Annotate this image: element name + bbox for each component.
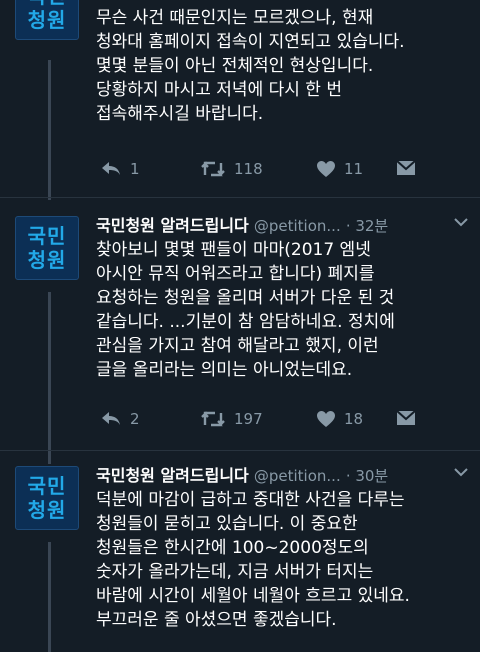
author-name[interactable]: 국민청원 알려드립니다: [96, 216, 249, 235]
avatar-text-line1: 국민: [27, 474, 67, 498]
avatar[interactable]: 국민 청원: [15, 0, 79, 40]
retweet-button[interactable]: 197: [200, 410, 263, 428]
retweet-icon: [200, 410, 226, 428]
like-button[interactable]: 11: [316, 160, 363, 178]
chevron-down-icon[interactable]: [454, 215, 468, 231]
envelope-icon: [396, 410, 416, 426]
retweet-count: 118: [234, 160, 263, 178]
heart-icon: [316, 160, 336, 178]
timestamp[interactable]: · 32분: [346, 217, 388, 235]
reply-button[interactable]: 2: [100, 410, 140, 428]
tweet-body: 무슨 사건 때문인지는 모르겠으나, 현재 청와대 홈페이지 접속이 지연되고 …: [96, 8, 405, 124]
thread-line: [48, 542, 51, 652]
avatar-text-line2: 청원: [27, 8, 67, 32]
avatar[interactable]: 국민 청원: [15, 466, 79, 530]
chevron-down-icon[interactable]: [454, 465, 468, 481]
avatar-text-line1: 국민: [28, 0, 67, 8]
like-button[interactable]: 18: [316, 410, 363, 428]
divider: [0, 450, 480, 451]
thread-line: [48, 60, 51, 200]
reply-count: 1: [130, 160, 140, 178]
tweet-actions: 2 197 18: [96, 410, 466, 434]
message-button[interactable]: [396, 160, 416, 176]
retweet-icon: [200, 160, 226, 178]
avatar-text-line2: 청원: [27, 498, 67, 522]
envelope-icon: [396, 160, 416, 176]
retweet-count: 197: [234, 410, 263, 428]
author-handle[interactable]: @petition...: [254, 467, 341, 485]
author-name[interactable]: 국민청원 알려드립니다: [96, 466, 249, 485]
reply-count: 2: [130, 410, 140, 428]
tweet-header: 국민청원 알려드립니다 @petition... · 30분: [96, 462, 476, 488]
tweet-actions: 1 118 11: [96, 160, 466, 184]
reply-icon: [100, 160, 122, 178]
reply-icon: [100, 410, 122, 428]
tweet-3[interactable]: 국민 청원 국민청원 알려드립니다 @petition... · 30분 덕분에…: [0, 462, 480, 652]
avatar-text-line1: 국민: [27, 224, 67, 248]
tweet-header: 국민청원 알려드립니다 @petition... · 32분: [96, 212, 476, 238]
like-count: 18: [344, 410, 364, 428]
tweet-2[interactable]: 국민 청원 국민청원 알려드립니다 @petition... · 32분 찾아보…: [0, 212, 480, 464]
divider: [0, 197, 480, 198]
avatar[interactable]: 국민 청원: [15, 216, 79, 280]
message-button[interactable]: [396, 410, 416, 426]
thread-line: [48, 292, 51, 464]
author-handle[interactable]: @petition...: [254, 217, 341, 235]
avatar-text-line2: 청원: [27, 248, 67, 272]
reply-button[interactable]: 1: [100, 160, 140, 178]
tweet-1[interactable]: 국민 청원 무슨 사건 때문인지는 모르겠으나, 현재 청와대 홈페이지 접속이…: [0, 0, 480, 200]
timestamp[interactable]: · 30분: [346, 467, 388, 485]
retweet-button[interactable]: 118: [200, 160, 263, 178]
heart-icon: [316, 410, 336, 428]
like-count: 11: [344, 160, 364, 178]
tweet-body: 찾아보니 몇몇 팬들이 마마(2017 엠넷 아시안 뮤직 어워즈라고 합니다)…: [96, 240, 395, 380]
tweet-body: 덕분에 마감이 급하고 중대한 사건을 다루는 청원들이 묻히고 있습니다. 이…: [96, 490, 410, 630]
